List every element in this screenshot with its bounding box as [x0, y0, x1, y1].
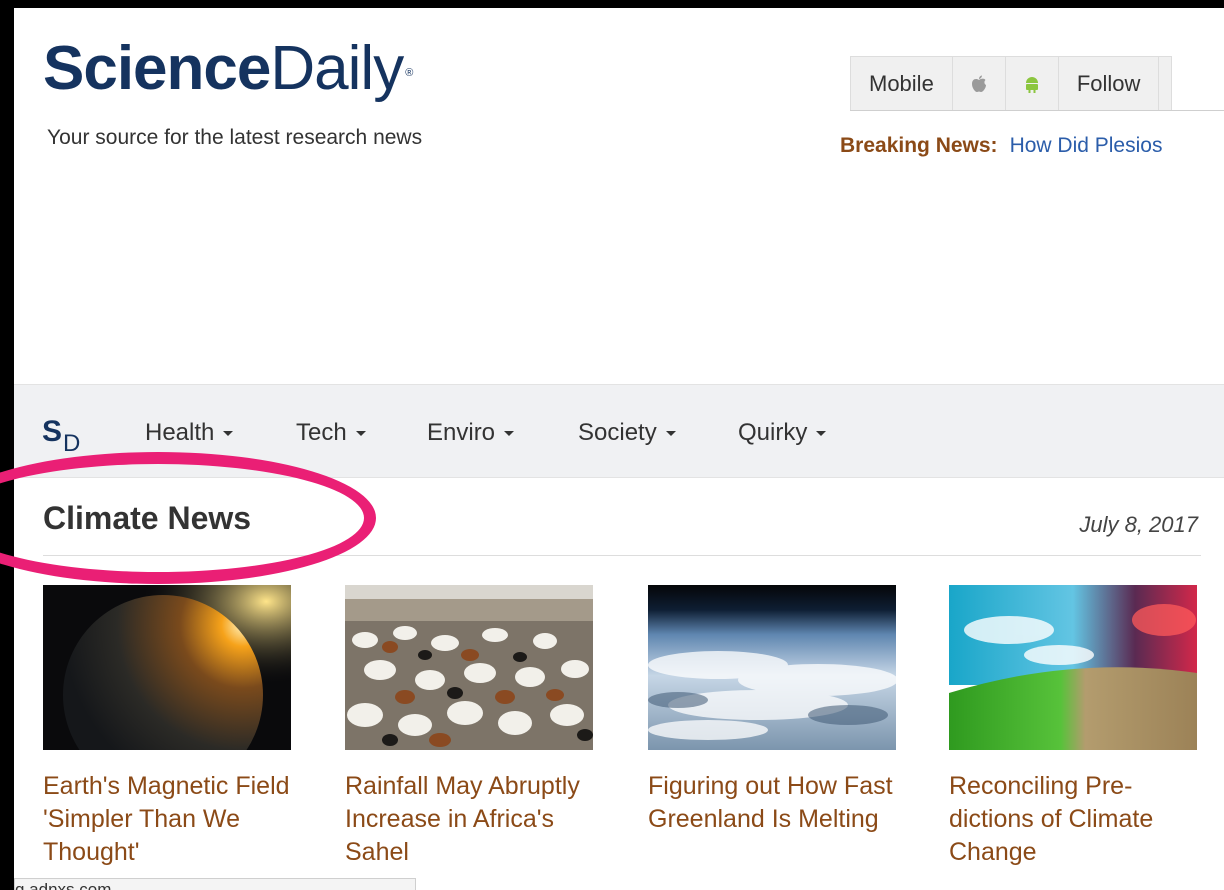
- nav-quirky[interactable]: Quirky: [738, 419, 827, 447]
- greenland-thumbnail[interactable]: [648, 585, 896, 750]
- news-card[interactable]: Figuring out How Fast Greenland Is Melti…: [648, 585, 896, 836]
- nav-brand-d: D: [63, 430, 81, 457]
- climate-change-thumbnail[interactable]: [949, 585, 1197, 750]
- nav-society-label: Society: [578, 419, 657, 446]
- nav-tech-label: Tech: [296, 419, 347, 446]
- nav-tech[interactable]: Tech: [296, 419, 366, 447]
- android-icon-glyph: [1025, 76, 1038, 93]
- logo-registered: ®: [405, 67, 413, 79]
- chevron-down-icon: [223, 431, 234, 437]
- page: ScienceDaily ® Your source for the latest…: [14, 8, 1224, 890]
- news-card-title[interactable]: Reconciling Pre-dictions of Climate Chan…: [949, 770, 1197, 869]
- nav-enviro-label: Enviro: [427, 419, 496, 446]
- tagline: Your source for the latest research news: [47, 126, 423, 149]
- mobile-link[interactable]: Mobile: [850, 56, 953, 110]
- section-date: July 8, 2017: [1079, 512, 1198, 537]
- android-icon[interactable]: [1005, 56, 1059, 110]
- news-card[interactable]: Rainfall May Abruptly Increase in Africa…: [345, 585, 593, 869]
- more-cell[interactable]: [1159, 56, 1173, 110]
- logo-bold: Science: [43, 34, 271, 103]
- status-bar: g.adnxs.com...: [14, 878, 416, 890]
- news-card[interactable]: Earth's Magnetic Field 'Simpler Than We …: [43, 585, 291, 869]
- news-card[interactable]: Reconciling Pre-dictions of Climate Chan…: [949, 585, 1197, 869]
- chevron-down-icon: [816, 431, 827, 437]
- apple-icon-glyph: [971, 75, 986, 92]
- nav-quirky-label: Quirky: [738, 419, 808, 446]
- goats-thumbnail[interactable]: [345, 585, 593, 750]
- nav-brand-s: S: [42, 415, 63, 448]
- sciencedaily-logo[interactable]: ScienceDaily ®: [43, 38, 413, 100]
- ad-space: [14, 178, 1224, 384]
- chevron-down-icon: [665, 431, 676, 437]
- top-links: Mobile Follow: [850, 56, 1224, 111]
- main-nav: SD Health Tech Enviro Society Quirky: [14, 384, 1224, 478]
- nav-society[interactable]: Society: [578, 419, 676, 447]
- chevron-down-icon: [504, 431, 515, 437]
- nav-health-label: Health: [145, 419, 215, 446]
- breaking-news-link[interactable]: How Did Plesios: [1010, 134, 1163, 157]
- apple-icon[interactable]: [952, 56, 1006, 110]
- nav-health[interactable]: Health: [145, 419, 234, 447]
- news-card-title[interactable]: Earth's Magnetic Field 'Simpler Than We …: [43, 770, 291, 869]
- earth-thumbnail[interactable]: [43, 585, 291, 750]
- follow-link[interactable]: Follow: [1058, 56, 1160, 110]
- nav-enviro[interactable]: Enviro: [427, 419, 515, 447]
- logo-light: Daily: [270, 34, 404, 103]
- news-card-title[interactable]: Rainfall May Abruptly Increase in Africa…: [345, 770, 593, 869]
- news-card-title[interactable]: Figuring out How Fast Greenland Is Melti…: [648, 770, 896, 836]
- breaking-news-label: Breaking News:: [840, 134, 998, 157]
- nav-brand[interactable]: SD: [42, 415, 80, 457]
- section-divider: [43, 555, 1201, 556]
- breaking-news: Breaking News: How Did Plesios: [840, 134, 1162, 158]
- section-title: Climate News: [43, 500, 252, 536]
- chevron-down-icon: [355, 431, 366, 437]
